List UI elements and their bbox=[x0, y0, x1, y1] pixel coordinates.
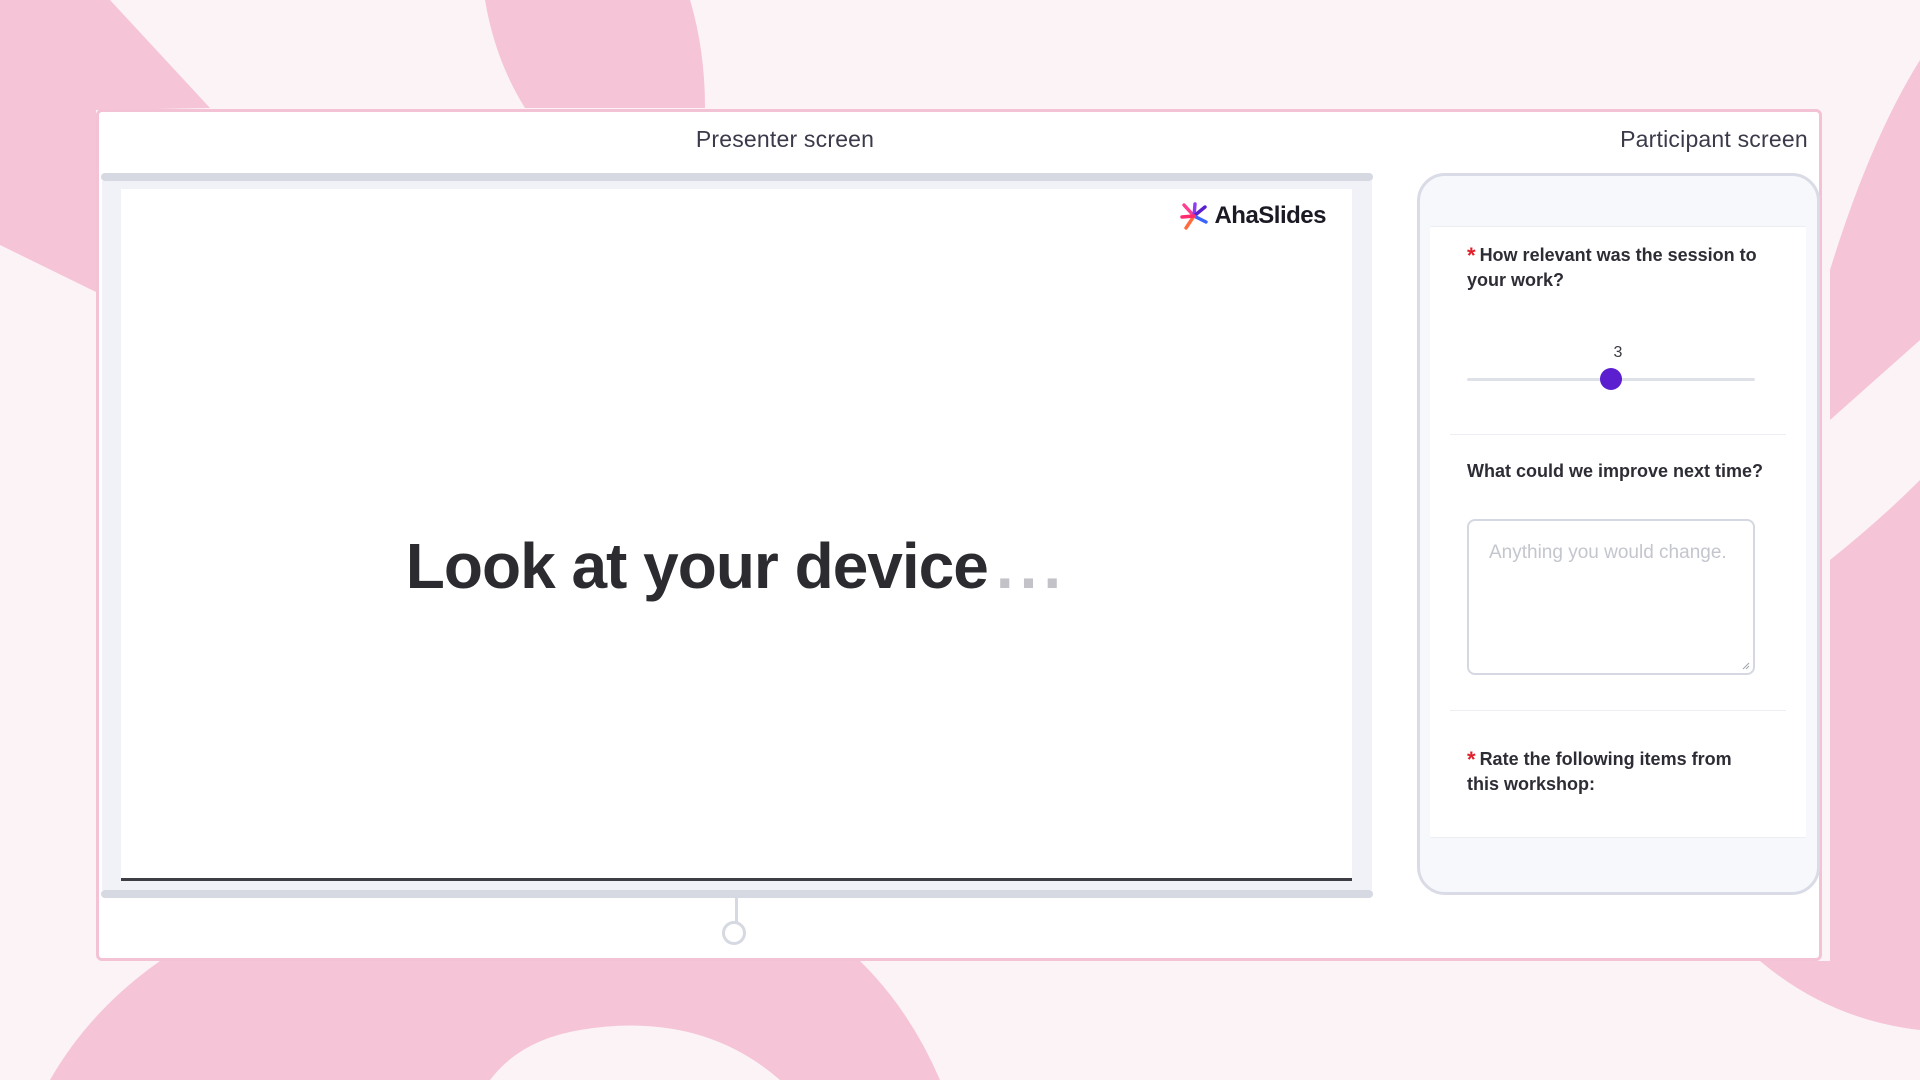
projector-pull-ring bbox=[722, 921, 746, 945]
question-text: How relevant was the session to your wor… bbox=[1467, 245, 1757, 290]
projector-top-rail bbox=[101, 173, 1373, 181]
slide-heading: Look at your device... bbox=[121, 529, 1352, 603]
textarea-placeholder: Anything you would change. bbox=[1489, 542, 1727, 563]
preview-card: Presenter screen Participant screen AhaS… bbox=[96, 109, 1822, 961]
question-relevance: * How relevant was the session to your wo… bbox=[1467, 241, 1767, 293]
survey-form: * How relevant was the session to your wo… bbox=[1430, 226, 1806, 838]
brand-name: AhaSlides bbox=[1214, 202, 1326, 229]
projector-pull-cord bbox=[735, 898, 738, 922]
presenter-screen-title: Presenter screen bbox=[695, 126, 875, 152]
required-mark: * bbox=[1467, 243, 1476, 268]
question-improve: What could we improve next time? bbox=[1467, 459, 1767, 484]
slider-value: 3 bbox=[1613, 344, 1623, 361]
slide-heading-text: Look at your device bbox=[405, 530, 989, 602]
brand-logo: AhaSlides bbox=[1179, 201, 1326, 231]
improvement-textarea[interactable]: Anything you would change. bbox=[1467, 519, 1755, 675]
resize-grip-icon[interactable] bbox=[1742, 662, 1750, 670]
question-rate-items: * Rate the following items from this work… bbox=[1467, 745, 1767, 797]
divider bbox=[1450, 710, 1786, 711]
phone-frame: * How relevant was the session to your wo… bbox=[1417, 173, 1820, 895]
slider-thumb[interactable] bbox=[1600, 368, 1622, 390]
divider bbox=[1450, 434, 1786, 435]
presenter-slide: AhaSlides Look at your device... bbox=[121, 189, 1352, 881]
ahaslides-logo-icon bbox=[1180, 202, 1209, 230]
projector-bottom-rail bbox=[101, 890, 1373, 898]
question-text: What could we improve next time? bbox=[1467, 461, 1764, 481]
participant-screen-title: Participant screen bbox=[1620, 126, 1808, 152]
ellipsis: ... bbox=[995, 530, 1068, 602]
required-mark: * bbox=[1467, 747, 1476, 772]
question-text: Rate the following items from this works… bbox=[1467, 749, 1732, 794]
